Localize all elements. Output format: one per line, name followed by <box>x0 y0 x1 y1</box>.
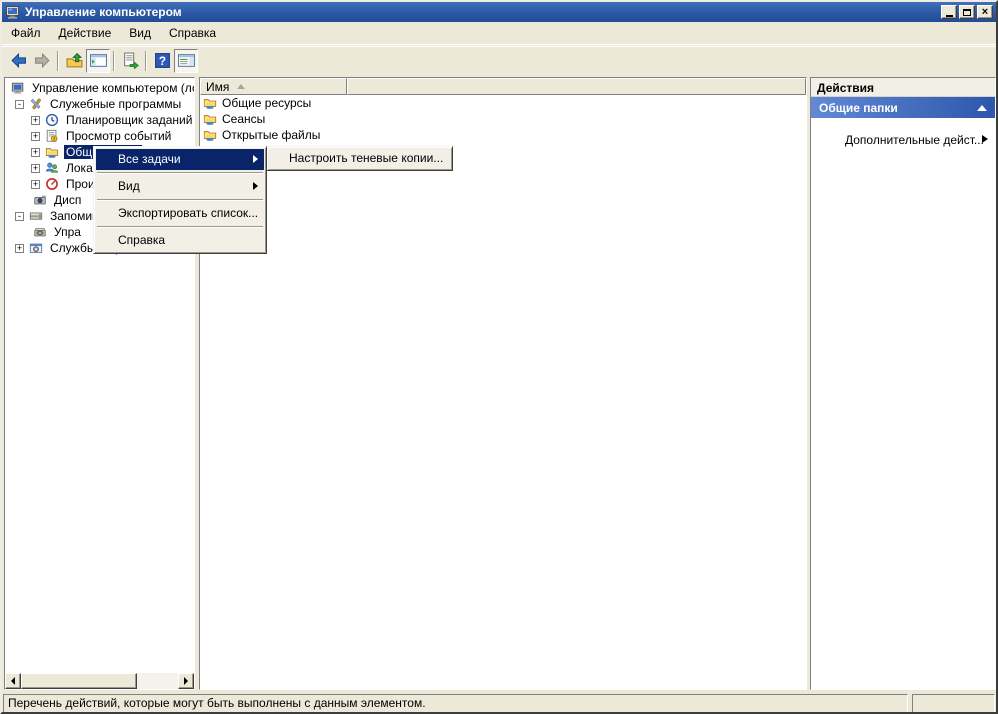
event-viewer-icon <box>46 129 58 142</box>
action-item-more-actions[interactable]: Дополнительные дейст... <box>811 133 995 147</box>
tree-item-event-viewer[interactable]: + Просмотр событий <box>5 128 194 144</box>
show-console-tree-button[interactable] <box>86 48 110 73</box>
shared-folder-icon <box>203 115 217 125</box>
context-menu: Все задачи Вид Экспортировать список... … <box>93 146 267 254</box>
list-item-open-files[interactable]: Открытые файлы <box>200 127 806 143</box>
up-level-button[interactable] <box>62 49 86 73</box>
export-list-icon <box>123 52 139 69</box>
show-console-tree-icon <box>89 54 107 67</box>
toolbar-separator <box>57 50 59 71</box>
toolbar-separator <box>145 50 147 71</box>
computer-icon <box>6 6 19 19</box>
title-bar[interactable]: Управление компьютером × <box>2 2 996 22</box>
maximize-button[interactable] <box>959 5 975 19</box>
scheduler-icon <box>45 113 59 127</box>
scrollbar-thumb[interactable] <box>21 673 137 689</box>
scroll-left-icon <box>11 677 15 685</box>
collapse-section-icon[interactable] <box>977 104 987 111</box>
toolbar: ? <box>2 46 996 74</box>
help-icon: ? <box>154 53 170 68</box>
actions-pane: Действия Общие папки Дополнительные дейс… <box>810 77 996 690</box>
menu-file[interactable]: Файл <box>2 23 50 43</box>
up-level-icon <box>66 52 82 68</box>
menu-view[interactable]: Вид <box>120 23 160 43</box>
list-header: Имя <box>200 78 806 95</box>
actions-pane-title: Действия <box>811 78 995 97</box>
scroll-left-button[interactable] <box>5 673 21 689</box>
submenu-arrow-icon <box>253 155 258 163</box>
menu-bar: Файл Действие Вид Справка <box>2 22 996 45</box>
maximize-icon <box>963 8 971 16</box>
collapse-minus-icon[interactable]: - <box>15 211 24 221</box>
column-header-empty[interactable] <box>347 78 806 95</box>
status-side-cell <box>912 694 995 712</box>
menu-action[interactable]: Действие <box>50 23 121 43</box>
expand-plus-icon[interactable]: + <box>31 179 40 189</box>
show-action-pane-button[interactable] <box>174 48 198 73</box>
storage-icon <box>29 212 43 220</box>
expand-plus-icon[interactable]: + <box>15 243 24 253</box>
back-icon <box>10 52 26 69</box>
tree-horizontal-scrollbar[interactable] <box>5 673 194 689</box>
toolbar-separator <box>113 50 115 71</box>
menu-item-view[interactable]: Вид <box>96 176 264 197</box>
disk-icon <box>34 228 46 237</box>
collapse-minus-icon[interactable]: - <box>15 99 24 109</box>
column-header-name[interactable]: Имя <box>200 78 347 95</box>
users-icon <box>46 162 58 173</box>
expand-plus-icon[interactable]: + <box>31 115 40 125</box>
menu-help[interactable]: Справка <box>160 23 225 43</box>
all-tasks-submenu: Настроить теневые копии... <box>266 146 453 171</box>
menu-separator <box>97 172 263 174</box>
back-button[interactable] <box>6 49 30 73</box>
status-bar: Перечень действий, которые могут быть вы… <box>2 693 996 712</box>
forward-button[interactable] <box>30 49 54 73</box>
forward-icon <box>34 52 50 69</box>
help-button[interactable]: ? <box>150 49 174 73</box>
menu-item-help[interactable]: Справка <box>96 230 264 251</box>
actions-section-header[interactable]: Общие папки <box>811 97 995 118</box>
scroll-right-icon <box>184 677 188 685</box>
status-text: Перечень действий, которые могут быть вы… <box>3 694 908 712</box>
minimize-icon <box>945 14 953 17</box>
svg-text:?: ? <box>158 55 165 68</box>
export-list-button[interactable] <box>118 49 142 73</box>
tree-item-system-tools[interactable]: - Служебные программы <box>5 96 194 112</box>
expand-plus-icon[interactable]: + <box>31 163 40 173</box>
close-button[interactable]: × <box>977 5 993 19</box>
computer-icon <box>11 82 24 94</box>
tools-icon <box>30 98 41 110</box>
close-icon: × <box>981 6 989 18</box>
submenu-arrow-icon <box>253 182 258 190</box>
computer-management-window: Управление компьютером × Файл Действие В… <box>0 0 998 714</box>
sort-asc-icon <box>237 84 246 89</box>
submenu-arrow-icon <box>982 135 988 143</box>
submenu-item-configure-shadow-copies[interactable]: Настроить теневые копии... <box>269 149 450 168</box>
tree-item-task-scheduler[interactable]: + Планировщик заданий <box>5 112 194 128</box>
device-manager-icon <box>34 195 46 205</box>
show-action-pane-icon <box>177 54 195 67</box>
window-title: Управление компьютером <box>25 5 182 19</box>
expand-plus-icon[interactable]: + <box>31 131 40 141</box>
menu-item-export-list[interactable]: Экспортировать список... <box>96 203 264 224</box>
tree-item-root[interactable]: Управление компьютером (лока <box>5 80 194 96</box>
scroll-right-button[interactable] <box>178 673 194 689</box>
services-icon <box>29 243 43 253</box>
menu-separator <box>97 199 263 201</box>
menu-separator <box>97 226 263 228</box>
performance-icon <box>46 178 58 190</box>
menu-item-all-tasks[interactable]: Все задачи <box>96 149 264 170</box>
list-item-sessions[interactable]: Сеансы <box>200 111 806 127</box>
expand-plus-icon[interactable]: + <box>31 147 40 157</box>
shared-folder-icon <box>45 148 59 158</box>
shared-folder-icon <box>203 99 217 109</box>
minimize-button[interactable] <box>941 5 957 19</box>
shared-folder-icon <box>203 131 217 141</box>
list-item-shares[interactable]: Общие ресурсы <box>200 95 806 111</box>
